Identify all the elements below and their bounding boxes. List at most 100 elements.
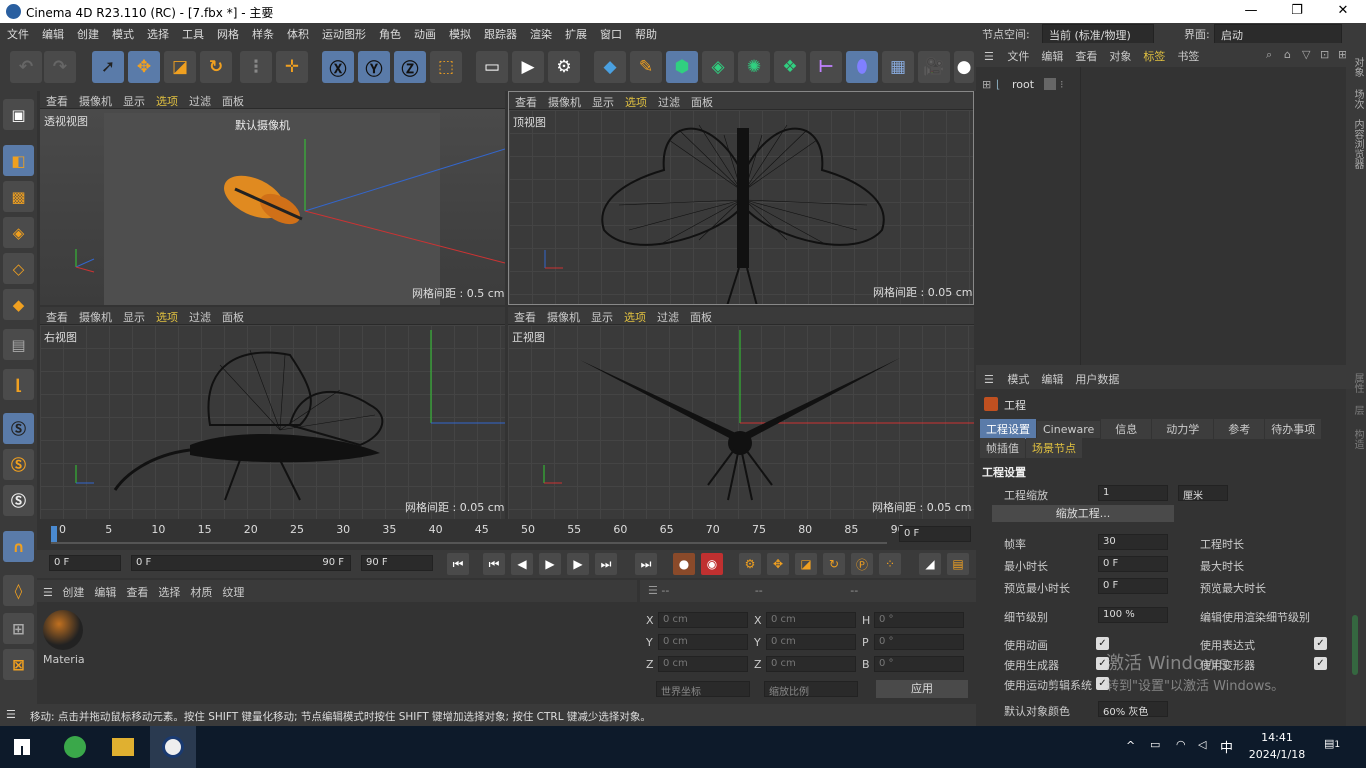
goto-start-icon[interactable]: ⏮ [447, 553, 469, 575]
home-icon[interactable]: ⌂ [1284, 48, 1291, 61]
side-tab-layers[interactable]: 层 [1350, 405, 1365, 415]
next-key-icon[interactable]: ⏭ [595, 553, 617, 575]
browser-icon[interactable] [64, 736, 86, 758]
floor-icon[interactable]: ▦ [882, 51, 914, 83]
side-tab-objects[interactable]: 对象 [1350, 57, 1365, 77]
viewport-front[interactable]: 查看 摄像机 显示 选项 过滤 面板 正视图 网格间距 : 0.05 cm [508, 307, 974, 519]
lock-workplane-icon[interactable]: ⊞ [3, 613, 34, 644]
menu-mesh[interactable]: 网格 [210, 23, 245, 42]
obj-menu-view[interactable]: 查看 [1075, 50, 1097, 63]
obj-menu-edit[interactable]: 编辑 [1041, 50, 1063, 63]
hamburger-icon[interactable]: ☰ [6, 708, 16, 721]
timeline-ruler[interactable]: 0 5 10 15 20 25 30 35 40 45 50 55 60 65 70 75 80 85 90 0 F [37, 520, 976, 550]
tray-chevron-icon[interactable]: ^ [1126, 739, 1135, 752]
mat-menu-material[interactable]: 材质 [190, 586, 212, 599]
viewport-top[interactable]: 查看 摄像机 显示 选项 过滤 面板 顶视图 网格间距 : 0.05 cm [508, 91, 974, 305]
menu-tools[interactable]: 工具 [175, 23, 210, 42]
grid-icon[interactable]: ⊠ [3, 649, 34, 680]
key-settings-icon[interactable]: ⚙ [739, 553, 761, 575]
menu-render[interactable]: 渲染 [523, 23, 558, 42]
field-icon[interactable]: ⬮ [846, 51, 878, 83]
coord-value-field[interactable]: 0 cm [658, 656, 748, 672]
scale-dropdown[interactable]: 缩放比例 [764, 681, 858, 698]
ime-indicator[interactable]: 中 [1220, 737, 1233, 756]
uv-mode-icon[interactable]: ▤ [3, 329, 34, 360]
menu-spline[interactable]: 样条 [245, 23, 280, 42]
render-settings-icon[interactable]: ⚙ [548, 51, 580, 83]
scale-tool-icon[interactable]: ◪ [164, 51, 196, 83]
object-list[interactable]: ⊞ ⌊ root ⁝ [976, 67, 1346, 365]
select-tool-icon[interactable]: ➚ [92, 51, 124, 83]
vp-menu-filter[interactable]: 过滤 [651, 307, 684, 325]
material-thumbnail[interactable] [43, 610, 83, 650]
scale-field[interactable]: 1 [1098, 485, 1168, 501]
coord-value-field[interactable]: 0 cm [658, 634, 748, 650]
tab-info[interactable]: 信息 [1101, 419, 1152, 439]
menu-help[interactable]: 帮助 [628, 23, 663, 42]
attr-menu-userdata[interactable]: 用户数据 [1075, 373, 1119, 386]
camera-icon[interactable]: 🎥 [918, 51, 950, 83]
pen-icon[interactable]: ✎ [630, 51, 662, 83]
mat-menu-view[interactable]: 查看 [126, 586, 148, 599]
filter-icon[interactable]: ▽ [1302, 48, 1310, 61]
tab-scene-nodes[interactable]: 场景节点 [1026, 438, 1082, 458]
material-name[interactable]: Materia [43, 653, 85, 666]
hamburger-icon[interactable]: ☰ -- [648, 584, 669, 597]
visibility-dots-icon[interactable]: ⁝ [1060, 78, 1064, 91]
vp-menu-display[interactable]: 显示 [586, 92, 619, 110]
wifi-icon[interactable]: ◠ [1176, 738, 1186, 751]
texture-mode-icon[interactable]: ▩ [3, 181, 34, 212]
vp-menu-view[interactable]: 查看 [40, 307, 73, 325]
vp-menu-display[interactable]: 显示 [585, 307, 618, 325]
coord-value-field[interactable]: 0 cm [766, 612, 856, 628]
polygons-mode-icon[interactable]: ◆ [3, 289, 34, 320]
vp-menu-options[interactable]: 选项 [150, 91, 183, 109]
attr-menu-mode[interactable]: 模式 [1007, 373, 1029, 386]
axis-mode-icon[interactable]: ⌊ [3, 369, 34, 400]
film-icon[interactable]: ▤ [947, 553, 969, 575]
vp-menu-panel[interactable]: 面板 [216, 91, 249, 109]
prev-frame-icon[interactable]: ◀ [511, 553, 533, 575]
lock-icon[interactable]: ⊡ [1320, 48, 1329, 61]
vp-menu-view[interactable]: 查看 [509, 92, 542, 110]
attr-menu-edit[interactable]: 编辑 [1041, 373, 1063, 386]
deformer-icon[interactable]: ⊢ [810, 51, 842, 83]
side-tab-content-browser[interactable]: 内容浏览器 [1350, 119, 1365, 169]
menu-window[interactable]: 窗口 [593, 23, 628, 42]
key-rotation-icon[interactable]: ↻ [823, 553, 845, 575]
auto-key-icon[interactable]: ◉ [701, 553, 723, 575]
next-frame-icon[interactable]: ▶ [567, 553, 589, 575]
mat-menu-select[interactable]: 选择 [158, 586, 180, 599]
vp-menu-panel[interactable]: 面板 [684, 307, 717, 325]
menu-mode[interactable]: 模式 [105, 23, 140, 42]
clock-time[interactable]: 14:41 [1247, 731, 1307, 744]
edges-mode-icon[interactable]: ◇ [3, 253, 34, 284]
viewport-right[interactable]: 查看 摄像机 显示 选项 过滤 面板 右视图 网格间距 : 0.05 cm [40, 307, 505, 519]
coordinate-system-icon[interactable]: ⬚ [430, 51, 462, 83]
key-position-icon[interactable]: ✥ [767, 553, 789, 575]
key-scale-icon[interactable]: ◪ [795, 553, 817, 575]
side-tab-takes[interactable]: 场次 [1350, 89, 1365, 109]
magnet-icon[interactable]: ∩ [3, 531, 34, 562]
obj-menu-bookmark[interactable]: 书签 [1177, 50, 1199, 63]
hamburger-icon[interactable]: ☰ [984, 50, 994, 63]
make-editable-icon[interactable]: ▣ [3, 99, 34, 130]
vp-menu-camera[interactable]: 摄像机 [542, 92, 586, 110]
volume-icon[interactable]: ◁ [1198, 738, 1206, 751]
transform-tool-icon[interactable]: ✛ [276, 51, 308, 83]
prev-key-icon[interactable]: ⏮ [483, 553, 505, 575]
tab-dynamics[interactable]: 动力学 [1152, 419, 1214, 439]
hamburger-icon[interactable]: ☰ [43, 586, 53, 599]
vp-menu-options[interactable]: 选项 [618, 307, 651, 325]
menu-edit[interactable]: 编辑 [35, 23, 70, 42]
vp-menu-filter[interactable]: 过滤 [652, 92, 685, 110]
obj-menu-tag[interactable]: 标签 [1143, 50, 1165, 63]
unit-dropdown[interactable]: 厘米 [1178, 485, 1228, 502]
battery-icon[interactable]: ▭ [1150, 738, 1160, 751]
render-view-icon[interactable]: ▭ [476, 51, 508, 83]
coord-value-field[interactable]: 0 cm [766, 656, 856, 672]
menu-select[interactable]: 选择 [140, 23, 175, 42]
expand-icon[interactable]: ⊞ [982, 78, 991, 91]
default-color-dropdown[interactable]: 60% 灰色 [1098, 701, 1168, 718]
cinema4d-taskbar-button[interactable] [150, 726, 196, 768]
